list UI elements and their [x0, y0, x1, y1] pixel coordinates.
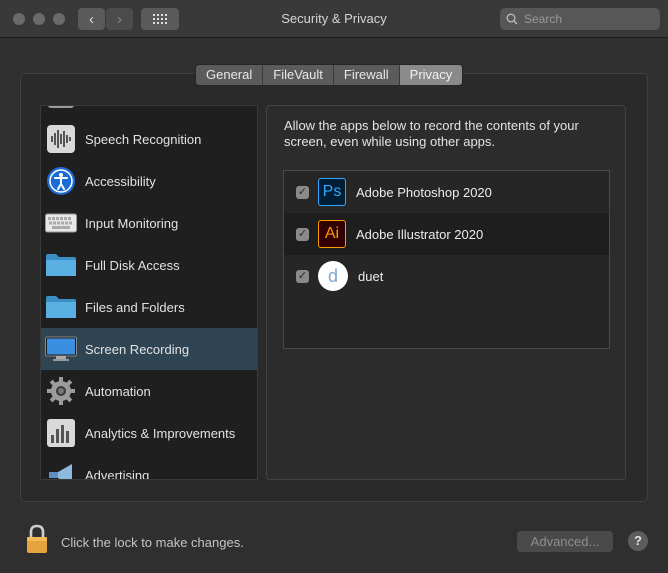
app-icon-text: Ps	[322, 183, 342, 200]
folder-icon	[45, 291, 77, 323]
tab-bar: General FileVault Firewall Privacy	[195, 64, 464, 86]
sidebar-item-label: Screen Recording	[85, 341, 190, 357]
advanced-button[interactable]: Advanced...	[517, 531, 613, 552]
analytics-icon	[45, 417, 77, 449]
sidebar-item-label: Advertising	[85, 467, 150, 480]
sidebar-item-label: Accessibility	[85, 173, 156, 189]
title-bar: ‹ › Security & Privacy	[0, 0, 668, 38]
search-icon	[506, 13, 518, 25]
keyboard-icon	[45, 207, 77, 239]
sidebar-item-label: Speech Recognition	[85, 131, 202, 147]
speech-waveform-icon	[45, 123, 77, 155]
sidebar-item-label: Analytics & Improvements	[85, 425, 236, 441]
app-icon-text: Ai	[324, 225, 340, 242]
app-checkbox[interactable]: ✓	[296, 185, 309, 199]
app-permission-list[interactable]: ✓ Ps Adobe Photoshop 2020 ✓ Ai Adobe Ill…	[283, 170, 610, 349]
photoshop-icon: Ps	[318, 178, 346, 206]
sidebar-item-analytics[interactable]: Analytics & Improvements	[41, 412, 257, 454]
sidebar-item-full-disk-access[interactable]: Full Disk Access	[41, 244, 257, 286]
tab-privacy[interactable]: Privacy	[399, 65, 463, 85]
app-name: Adobe Photoshop 2020	[356, 184, 492, 200]
list-item-duet[interactable]: ✓ d duet	[284, 255, 609, 297]
sidebar-item-accessibility[interactable]: Accessibility	[41, 160, 257, 202]
privacy-category-list[interactable]: Speech Recognition Accessibility Input M…	[40, 105, 258, 480]
lock-message: Click the lock to make changes.	[61, 535, 244, 550]
sidebar-item-speech-recognition[interactable]: Speech Recognition	[41, 118, 257, 160]
app-checkbox[interactable]: ✓	[296, 269, 309, 283]
partial-icon	[45, 106, 77, 111]
list-item-illustrator[interactable]: ✓ Ai Adobe Illustrator 2020	[284, 213, 609, 255]
gear-icon	[45, 375, 77, 407]
folder-icon	[45, 249, 77, 281]
sidebar-item-partial[interactable]	[41, 106, 257, 116]
security-privacy-window: ‹ › Security & Privacy Gene	[0, 0, 668, 573]
app-checkbox[interactable]: ✓	[296, 227, 309, 241]
search-field[interactable]	[500, 8, 660, 30]
tab-general[interactable]: General	[196, 65, 264, 85]
display-icon	[45, 333, 77, 365]
tab-filevault[interactable]: FileVault	[263, 65, 334, 85]
illustrator-icon: Ai	[318, 220, 346, 248]
sidebar-item-label: Full Disk Access	[85, 257, 180, 273]
sidebar-item-advertising[interactable]: Advertising	[41, 454, 257, 480]
app-name: duet	[358, 268, 384, 284]
lock-icon[interactable]	[25, 524, 49, 554]
duet-icon: d	[318, 261, 348, 291]
list-item-photoshop[interactable]: ✓ Ps Adobe Photoshop 2020	[284, 171, 609, 213]
sidebar-item-input-monitoring[interactable]: Input Monitoring	[41, 202, 257, 244]
accessibility-icon	[45, 165, 77, 197]
sidebar-item-screen-recording[interactable]: Screen Recording	[41, 328, 257, 370]
app-name: Adobe Illustrator 2020	[356, 226, 484, 242]
sidebar-item-files-and-folders[interactable]: Files and Folders	[41, 286, 257, 328]
sidebar-item-label: Automation	[85, 383, 151, 399]
search-input[interactable]	[522, 11, 646, 27]
sidebar-item-label: Input Monitoring	[85, 215, 179, 231]
app-icon-text: d	[327, 265, 338, 286]
help-button[interactable]: ?	[628, 531, 648, 551]
tab-firewall[interactable]: Firewall	[334, 65, 400, 85]
sidebar-item-automation[interactable]: Automation	[41, 370, 257, 412]
permission-description: Allow the apps below to record the conte…	[284, 118, 579, 149]
sidebar-item-label: Files and Folders	[85, 299, 185, 315]
megaphone-icon	[45, 459, 77, 479]
